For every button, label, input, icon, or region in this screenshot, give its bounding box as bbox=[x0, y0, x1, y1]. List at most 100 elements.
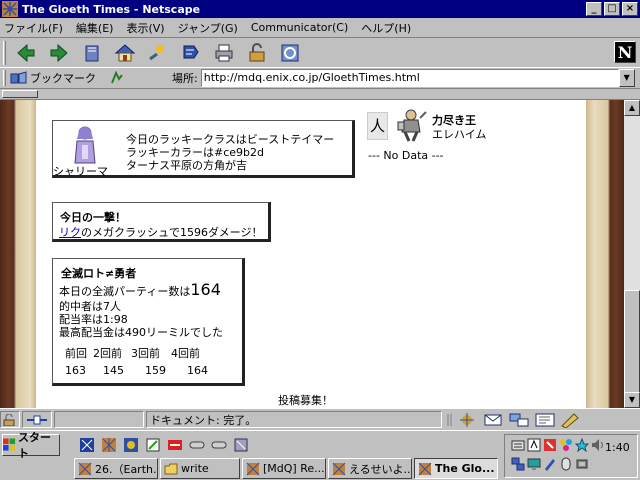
conference-component-icon[interactable] bbox=[558, 412, 584, 428]
navigator-component-icon[interactable] bbox=[454, 412, 480, 428]
quicklaunch-netscape[interactable] bbox=[100, 436, 118, 454]
system-tray: 1:40 bbox=[504, 434, 638, 478]
home-button[interactable] bbox=[109, 40, 141, 66]
tray-device-icon[interactable] bbox=[575, 457, 589, 471]
strike-heading: 今日の一撃！ bbox=[60, 211, 126, 224]
page-proxy-icon[interactable] bbox=[110, 71, 124, 85]
component-bar bbox=[446, 412, 584, 428]
bookmark-icon bbox=[10, 71, 27, 84]
search-button[interactable] bbox=[142, 40, 174, 66]
task-mdq[interactable]: [MdQ] Re... bbox=[242, 458, 326, 479]
tray-network-icon[interactable] bbox=[511, 457, 525, 471]
back-arrow-icon bbox=[17, 43, 35, 62]
security-status[interactable] bbox=[0, 411, 20, 428]
menu-view[interactable]: 表示(V) bbox=[126, 20, 164, 36]
vertical-scrollbar[interactable]: ▲ ▼ bbox=[624, 100, 640, 408]
task-gloeth-times[interactable]: The Glo... bbox=[414, 458, 498, 479]
component-grip-icon[interactable] bbox=[446, 413, 454, 427]
task-elseiyo[interactable]: えるせいよ... bbox=[328, 458, 412, 479]
task-earth[interactable]: 26.（Earth... bbox=[74, 458, 158, 479]
power-king-no-data: --- No Data --- bbox=[368, 149, 444, 162]
bookmarks-button[interactable]: ブックマーク bbox=[10, 70, 96, 86]
quicklaunch-paint[interactable] bbox=[122, 436, 140, 454]
quicklaunch-tool[interactable] bbox=[232, 436, 250, 454]
reload-button[interactable] bbox=[76, 40, 108, 66]
stop-button[interactable] bbox=[274, 40, 306, 66]
strike-character-link[interactable]: リク bbox=[59, 226, 81, 239]
print-button[interactable] bbox=[208, 40, 240, 66]
composer-component-icon[interactable] bbox=[532, 412, 558, 428]
netscape-icon bbox=[332, 462, 346, 475]
print-icon bbox=[215, 44, 233, 61]
windows-logo-icon bbox=[3, 438, 16, 451]
security-button[interactable] bbox=[241, 40, 273, 66]
minimize-button[interactable]: _ bbox=[586, 2, 602, 16]
menu-help[interactable]: ヘルプ(H) bbox=[361, 20, 411, 36]
start-button[interactable]: スタート bbox=[2, 431, 60, 460]
tray-paint-icon[interactable] bbox=[559, 438, 573, 452]
mail-component-icon[interactable] bbox=[480, 412, 506, 428]
navigation-toolbar: N bbox=[0, 37, 640, 67]
tray-keyboard-icon[interactable] bbox=[511, 438, 525, 452]
clock[interactable]: 1:40 bbox=[605, 441, 630, 454]
lottery-count-prefix: 本日の全滅パーティー数は bbox=[59, 285, 191, 298]
quicklaunch-notepad[interactable] bbox=[144, 436, 162, 454]
parchment-left-border bbox=[0, 100, 36, 408]
netscape-icon bbox=[246, 462, 260, 475]
scroll-down-button[interactable]: ▼ bbox=[624, 392, 640, 408]
netscape-logo[interactable]: N bbox=[614, 41, 636, 63]
toolbar-expand-tab[interactable] bbox=[2, 90, 38, 98]
history-value-3: 159 bbox=[145, 364, 166, 377]
maximize-button[interactable]: □ bbox=[604, 2, 620, 16]
personal-toolbar-collapsed bbox=[0, 89, 640, 100]
tray-pen-icon[interactable] bbox=[543, 457, 557, 471]
sharima-character-icon bbox=[74, 126, 96, 164]
bookmarks-label: ブックマーク bbox=[30, 72, 96, 85]
url-field[interactable]: http://mdq.enix.co.jp/GloethTimes.html bbox=[200, 69, 619, 87]
quicklaunch-drive2[interactable] bbox=[210, 436, 228, 454]
tray-mouse-icon[interactable] bbox=[559, 457, 573, 471]
strike-text: のメガクラッシュで1596ダメージ！ bbox=[81, 226, 263, 239]
menu-edit[interactable]: 編集(E) bbox=[76, 20, 114, 36]
history-header-1: 前回 bbox=[65, 347, 87, 360]
network-icon bbox=[27, 415, 47, 424]
tray-star-icon[interactable] bbox=[575, 438, 589, 452]
tool-icon bbox=[234, 438, 248, 452]
task-write[interactable]: write bbox=[160, 458, 240, 479]
guide-button[interactable] bbox=[175, 40, 207, 66]
task-label: えるせいよ... bbox=[349, 462, 412, 476]
tray-display-icon[interactable] bbox=[527, 457, 541, 471]
page-content: シャリーマ 今日のラッキークラスはビーストテイマー ラッキーカラーは#ce9b2… bbox=[0, 100, 624, 408]
quicklaunch-drive1[interactable] bbox=[188, 436, 206, 454]
tray-ime-icon[interactable] bbox=[527, 438, 541, 452]
quicklaunch-red-app[interactable] bbox=[166, 436, 184, 454]
toolbar-grip[interactable] bbox=[3, 40, 6, 65]
forward-arrow-icon bbox=[50, 43, 68, 62]
discussion-component-icon[interactable] bbox=[506, 412, 532, 428]
lucky-class-line: 今日のラッキークラスはビーストテイマー bbox=[126, 133, 335, 146]
reload-icon bbox=[85, 45, 99, 61]
locbar-grip[interactable] bbox=[3, 70, 6, 86]
url-dropdown-button[interactable]: ▼ bbox=[618, 69, 635, 87]
quicklaunch-explorer[interactable] bbox=[78, 436, 96, 454]
task-label: [MdQ] Re... bbox=[263, 462, 325, 475]
scroll-thumb[interactable] bbox=[624, 290, 640, 402]
menu-file[interactable]: ファイル(F) bbox=[4, 20, 63, 36]
menu-communicator[interactable]: Communicator(C) bbox=[251, 21, 348, 34]
armored-warrior-icon bbox=[397, 109, 427, 142]
lock-icon bbox=[249, 42, 265, 61]
location-label: 場所: bbox=[172, 72, 198, 85]
folder-icon bbox=[164, 463, 178, 474]
tray-red-icon[interactable] bbox=[543, 438, 557, 452]
parchment-right-border bbox=[586, 100, 624, 408]
strike-box: 今日の一撃！ リクのメガクラッシュで1596ダメージ！ bbox=[52, 202, 271, 242]
back-button[interactable] bbox=[10, 40, 42, 66]
guide-icon bbox=[183, 45, 199, 58]
scroll-up-button[interactable]: ▲ bbox=[624, 100, 640, 116]
task-label: The Glo... bbox=[435, 462, 495, 475]
forward-button[interactable] bbox=[43, 40, 75, 66]
menu-go[interactable]: ジャンプ(G) bbox=[178, 20, 238, 36]
lottery-count: 164 bbox=[190, 280, 221, 299]
close-button[interactable]: × bbox=[622, 2, 638, 16]
tray-volume-icon[interactable] bbox=[591, 438, 605, 452]
